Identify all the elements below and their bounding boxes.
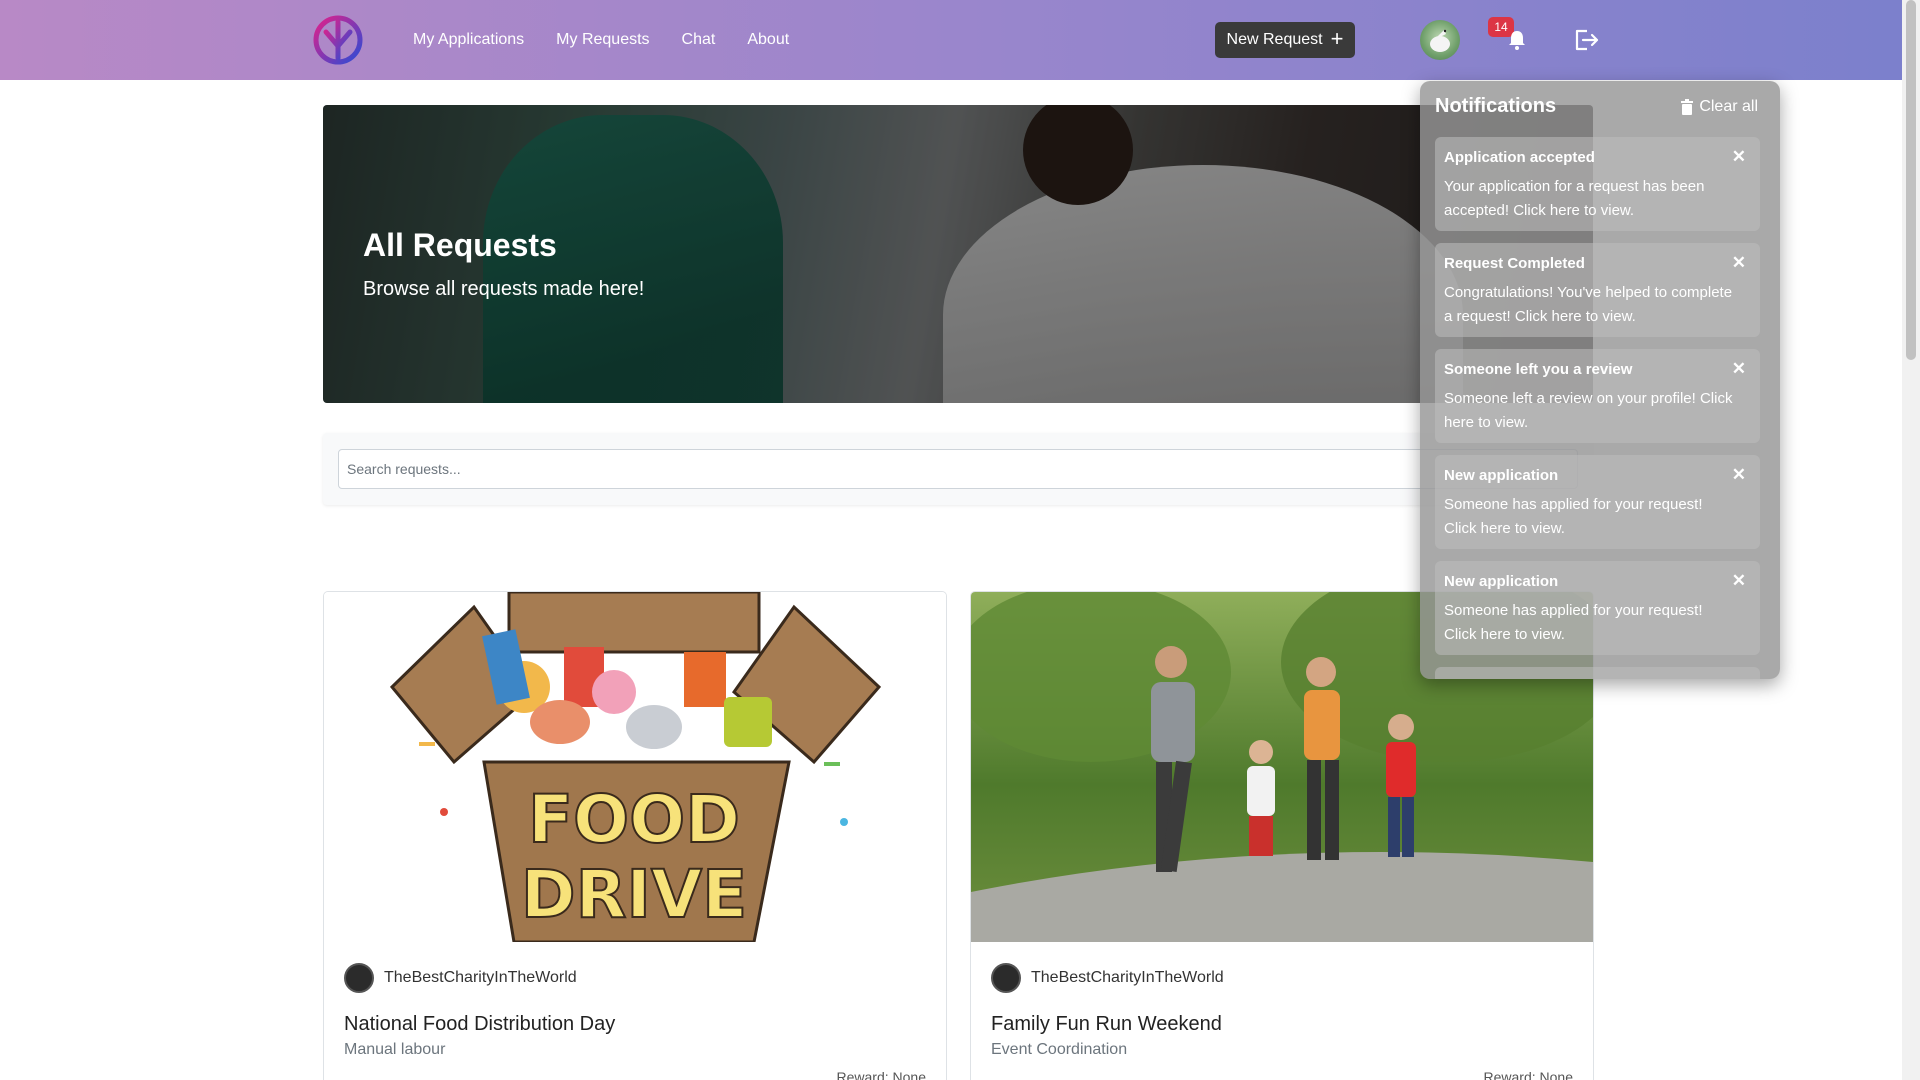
notification-item[interactable]: Application accepted Your application fo… — [1435, 137, 1760, 231]
notification-title: Request Completed — [1444, 255, 1585, 272]
runner-girl — [1247, 740, 1275, 856]
close-icon[interactable]: ✕ — [1732, 147, 1746, 167]
card-author[interactable]: TheBestCharityInTheWorld — [991, 963, 1224, 993]
notification-item[interactable]: Someone left you a review Someone left a… — [1435, 349, 1760, 443]
clear-all-label: Clear all — [1699, 98, 1758, 115]
page-title: All Requests — [363, 227, 557, 263]
notification-item[interactable]: New application Someone has applied for … — [1435, 455, 1760, 549]
nav-my-applications[interactable]: My Applications — [413, 31, 524, 49]
card-reward: Reward: None — [836, 1069, 927, 1080]
search-card — [323, 433, 1593, 505]
notification-body: Someone has applied for your request! Cl… — [1444, 496, 1703, 537]
trash-icon — [1681, 99, 1694, 115]
author-name: TheBestCharityInTheWorld — [1031, 969, 1224, 986]
scrollbar-thumb[interactable] — [1906, 0, 1916, 360]
notification-title: Application accepted — [1444, 149, 1595, 166]
notifications-header: Notifications — [1435, 95, 1557, 117]
food-drive-text-line2: DRIVE — [521, 856, 747, 933]
new-request-button[interactable]: New Request + — [1215, 22, 1355, 58]
author-avatar — [991, 963, 1021, 993]
card-category: Manual labour — [344, 1041, 446, 1058]
author-avatar — [344, 963, 374, 993]
close-icon[interactable]: ✕ — [1732, 253, 1746, 273]
close-icon[interactable]: ✕ — [1732, 571, 1746, 591]
notification-body: Your application for a request has been … — [1444, 178, 1705, 219]
nav-chat[interactable]: Chat — [682, 31, 716, 49]
nav-links: My Applications My Requests Chat About — [413, 0, 789, 80]
user-avatar[interactable] — [1420, 20, 1460, 60]
avatar-goose-icon — [1430, 29, 1450, 52]
new-request-label: New Request — [1226, 31, 1323, 48]
notification-title: New application — [1444, 573, 1559, 590]
card-reward: Reward: None — [1483, 1069, 1574, 1080]
card-category: Event Coordination — [991, 1041, 1128, 1058]
author-name: TheBestCharityInTheWorld — [384, 969, 577, 986]
bell-icon[interactable] — [1505, 28, 1529, 52]
top-navbar: My Applications My Requests Chat About N… — [0, 0, 1920, 80]
clear-all-button[interactable]: Clear all — [1680, 98, 1758, 116]
food-drive-text-line1: FOOD — [528, 781, 740, 858]
app-logo-icon[interactable] — [312, 14, 364, 66]
close-icon[interactable]: ✕ — [1732, 465, 1746, 485]
notification-body: Congratulations! You've helped to comple… — [1444, 284, 1733, 325]
page-scrollbar[interactable] — [1902, 0, 1920, 1080]
notification-title: Someone left you a review — [1444, 361, 1633, 378]
search-input[interactable] — [338, 449, 1578, 489]
notification-item-partial[interactable] — [1435, 667, 1760, 679]
close-icon[interactable]: ✕ — [1732, 359, 1746, 379]
notification-body: Someone left a review on your profile! C… — [1444, 390, 1733, 431]
notification-title: New application — [1444, 467, 1559, 484]
logout-icon[interactable] — [1573, 28, 1601, 52]
hero-banner: All Requests Browse all requests made he… — [323, 105, 1593, 403]
nav-my-requests[interactable]: My Requests — [556, 31, 649, 49]
request-card[interactable]: FOOD DRIVE TheBestCharityInTheWorld Nati… — [323, 591, 947, 1080]
card-title: Family Fun Run Weekend — [991, 1013, 1222, 1035]
notification-body: Someone has applied for your request! Cl… — [1444, 602, 1703, 643]
card-author[interactable]: TheBestCharityInTheWorld — [344, 963, 577, 993]
nav-about[interactable]: About — [747, 31, 789, 49]
page-subtitle: Browse all requests made here! — [363, 278, 645, 300]
notification-item[interactable]: New application Someone has applied for … — [1435, 561, 1760, 655]
plus-icon: + — [1330, 26, 1344, 51]
food-drive-image: FOOD DRIVE — [324, 592, 946, 942]
notification-item[interactable]: Request Completed Congratulations! You'v… — [1435, 243, 1760, 337]
notifications-dropdown: Notifications Clear all Application acce… — [1420, 81, 1780, 679]
card-title: National Food Distribution Day — [344, 1013, 616, 1035]
